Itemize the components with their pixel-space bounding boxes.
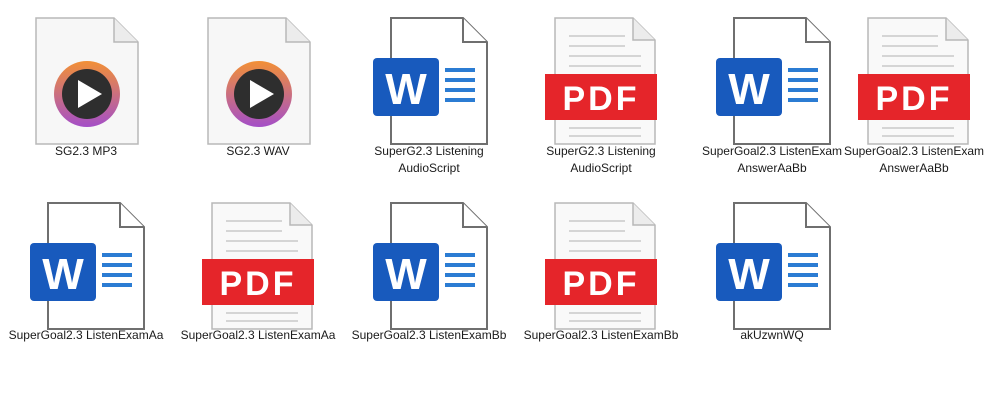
file-grid: SG2.3 MP3 SG2.3 WAV W SuperG2.3 Listenin… bbox=[0, 0, 1000, 411]
file-name: akUzwnWQ bbox=[740, 328, 804, 342]
file-item[interactable]: PDF SuperG2.3 Listening AudioScript bbox=[515, 0, 687, 185]
word-file-icon: W bbox=[373, 17, 488, 145]
pdf-file-icon: PDF bbox=[545, 202, 657, 330]
svg-text:PDF: PDF bbox=[563, 80, 640, 118]
word-file-icon: W bbox=[716, 17, 831, 145]
svg-text:PDF: PDF bbox=[220, 265, 297, 303]
file-name: SG2.3 MP3 bbox=[54, 144, 118, 158]
file-item[interactable]: W SuperGoal2.3 ListenExamAa bbox=[0, 185, 172, 370]
media-file-icon bbox=[207, 17, 311, 145]
file-name: SuperGoal2.3 ListenExamAa bbox=[8, 328, 164, 342]
file-item[interactable]: PDF SuperGoal2.3 ListenExamAa bbox=[172, 185, 344, 370]
file-item[interactable]: PDF SuperGoal2.3 ListenExamBb bbox=[515, 185, 687, 370]
svg-text:PDF: PDF bbox=[876, 80, 953, 118]
pdf-file-icon: PDF bbox=[202, 202, 314, 330]
word-file-icon: W bbox=[716, 202, 831, 330]
file-name: SuperG2.3 Listening AudioScript bbox=[546, 144, 656, 175]
svg-text:W: W bbox=[728, 250, 770, 299]
file-name: SuperGoal2.3 ListenExam AnswerAaBb bbox=[843, 144, 985, 175]
pdf-file-icon: PDF bbox=[545, 17, 657, 145]
pdf-file-icon: PDF bbox=[858, 17, 970, 145]
file-item[interactable]: W akUzwnWQ bbox=[686, 185, 858, 370]
file-name: SuperGoal2.3 ListenExamAa bbox=[180, 328, 336, 342]
file-item[interactable]: W SuperGoal2.3 ListenExamBb bbox=[343, 185, 515, 370]
file-item[interactable]: PDF SuperGoal2.3 ListenExam AnswerAaBb bbox=[828, 0, 1000, 185]
file-name: SuperGoal2.3 ListenExamBb bbox=[351, 328, 507, 342]
word-file-icon: W bbox=[30, 202, 145, 330]
svg-text:W: W bbox=[728, 65, 770, 114]
file-name: SG2.3 WAV bbox=[226, 144, 290, 158]
file-name: SuperGoal2.3 ListenExamBb bbox=[523, 328, 679, 342]
file-item[interactable]: W SuperG2.3 Listening AudioScript bbox=[343, 0, 515, 185]
word-file-icon: W bbox=[373, 202, 488, 330]
file-name: SuperG2.3 Listening AudioScript bbox=[374, 144, 484, 175]
svg-text:W: W bbox=[42, 250, 84, 299]
file-item[interactable]: SG2.3 MP3 bbox=[0, 0, 172, 185]
svg-text:W: W bbox=[385, 65, 427, 114]
media-file-icon bbox=[35, 17, 139, 145]
svg-text:W: W bbox=[385, 250, 427, 299]
svg-text:PDF: PDF bbox=[563, 265, 640, 303]
file-item[interactable]: SG2.3 WAV bbox=[172, 0, 344, 185]
